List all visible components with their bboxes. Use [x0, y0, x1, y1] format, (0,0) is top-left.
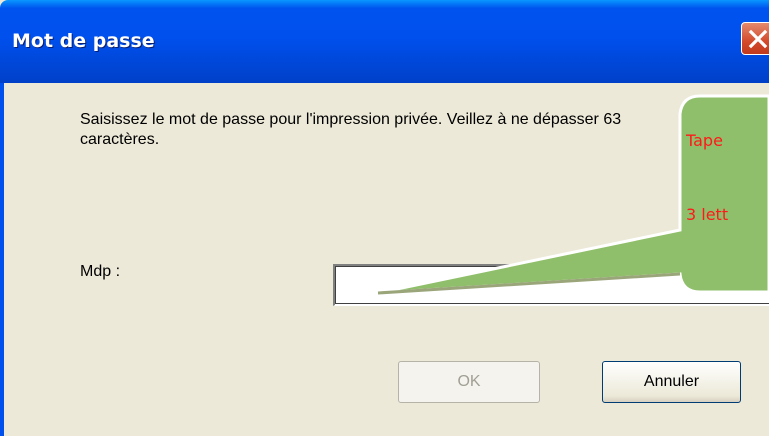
callout-line-1: Tape — [686, 131, 723, 150]
callout-balloon — [377, 94, 769, 295]
callout-line-2: 3 lett — [686, 205, 729, 224]
callout-shape — [377, 94, 769, 295]
dialog-window: Mot de passe Saisissez le mot de passe p… — [0, 0, 769, 436]
